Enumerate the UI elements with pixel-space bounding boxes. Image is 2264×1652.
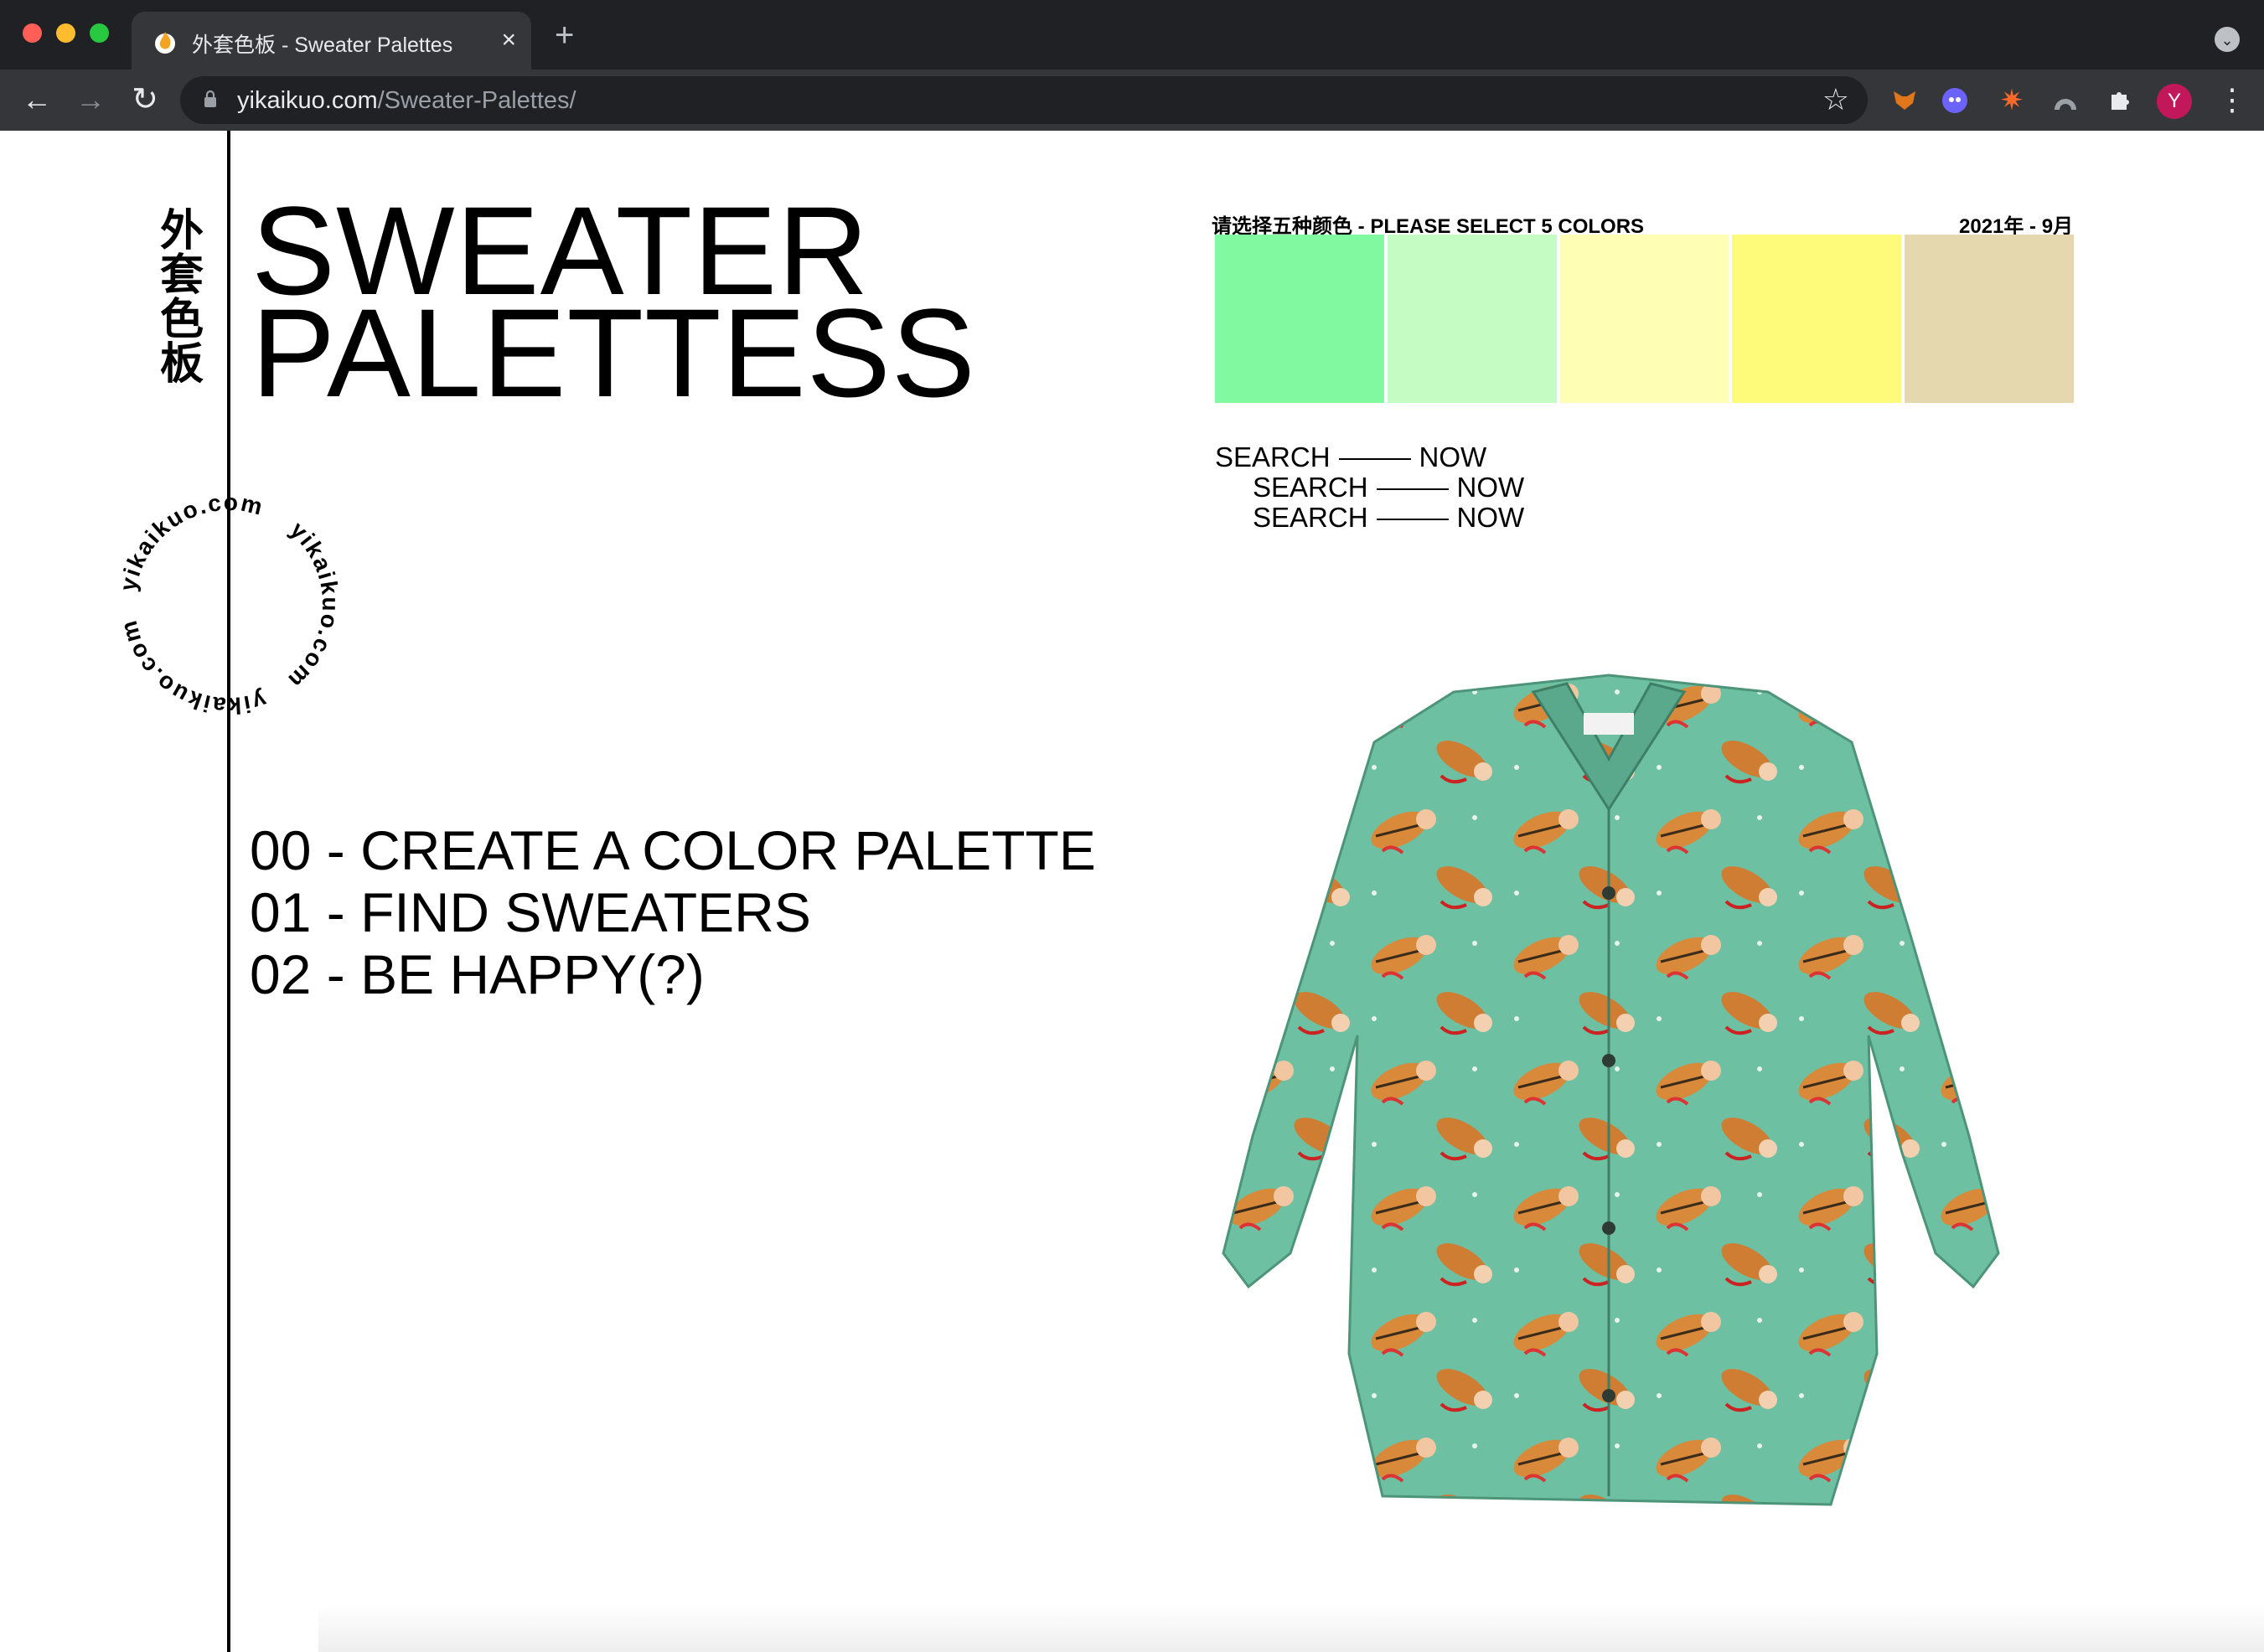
steps-list: 00 - CREATE A COLOR PALETTE 01 - FIND SW… — [250, 819, 1096, 1005]
now-label: NOW — [1456, 472, 1525, 503]
browser-menu-icon[interactable]: ⋮ — [2217, 81, 2247, 118]
browser-toolbar: ← → ↻ yikaikuo.com/Sweater-Palettes/ ☆ ✷… — [0, 70, 2264, 131]
search-now-link[interactable]: SEARCH NOW — [1253, 503, 1524, 533]
search-now-link[interactable]: SEARCH NOW — [1215, 442, 1524, 472]
svg-text:yikaikuo.com: yikaikuo.com — [115, 617, 269, 719]
arc-extension-icon[interactable] — [2049, 85, 2081, 116]
color-swatch-1[interactable] — [1215, 235, 1384, 403]
chinese-vertical-title: 外套色板 — [159, 207, 204, 389]
color-swatch-2[interactable] — [1387, 235, 1557, 403]
fox-extension-icon[interactable] — [1889, 85, 1920, 116]
ghost-extension-icon[interactable] — [1942, 88, 1967, 113]
vertical-divider — [227, 131, 230, 1652]
badge-text-2: yikaikuo.com — [282, 516, 342, 694]
step-item: 01 - FIND SWEATERS — [250, 881, 811, 943]
burst-extension-icon[interactable]: ✷ — [1996, 85, 2028, 116]
lock-icon — [204, 90, 216, 107]
now-label: NOW — [1456, 502, 1525, 533]
dash-rule — [1376, 488, 1449, 491]
step-item: 02 - BE HAPPY(?) — [250, 943, 705, 1005]
puzzle-extension-icon[interactable] — [2103, 85, 2135, 116]
page-content: 外套色板 SWEATER PALETTESS yikaikuo.com yika… — [0, 131, 2264, 1652]
search-label: SEARCH — [1253, 472, 1368, 503]
bookmark-star-icon[interactable]: ☆ — [1822, 83, 1849, 116]
search-now-link[interactable]: SEARCH NOW — [1253, 472, 1524, 503]
url-path: /Sweater-Palettes/ — [377, 87, 576, 114]
search-label: SEARCH — [1215, 441, 1331, 472]
tab-search-button[interactable]: ⌄ — [2215, 27, 2240, 52]
tab-close-icon[interactable]: × — [501, 25, 516, 55]
dash-rule — [1376, 519, 1449, 521]
color-swatch-4[interactable] — [1732, 235, 1902, 403]
minimize-window-button[interactable] — [56, 23, 75, 43]
forward-button[interactable]: → — [72, 81, 109, 118]
back-button[interactable]: ← — [18, 81, 55, 118]
color-swatch-3[interactable] — [1559, 235, 1729, 403]
close-window-button[interactable] — [23, 23, 42, 43]
badge-text-1: yikaikuo.com — [115, 489, 265, 593]
tab-strip: 外套色板 - Sweater Palettes × + ⌄ — [0, 0, 2264, 70]
tab-title: 外套色板 - Sweater Palettes — [192, 34, 453, 57]
svg-text:yikaikuo.com: yikaikuo.com — [282, 516, 344, 694]
active-tab[interactable]: 外套色板 - Sweater Palettes × — [132, 12, 531, 70]
maximize-window-button[interactable] — [90, 23, 109, 43]
svg-text:yikaikuo.com: yikaikuo.com — [115, 489, 266, 593]
now-label: NOW — [1419, 441, 1487, 472]
search-label: SEARCH — [1253, 502, 1368, 533]
dash-rule — [1338, 458, 1411, 461]
reload-button[interactable]: ↻ — [127, 81, 163, 118]
tiger-print-shirt-image — [1222, 674, 2000, 1506]
page-title: SWEATER PALETTESS — [251, 188, 976, 423]
badge-text-3: yikaikuo.com — [115, 617, 267, 719]
title-line-2: PALETTESS — [251, 282, 976, 423]
flame-favicon-icon — [155, 32, 175, 54]
step-item: 00 - CREATE A COLOR PALETTE — [250, 819, 1096, 881]
color-swatch-5[interactable] — [1905, 235, 2074, 403]
color-palette — [1215, 235, 2074, 403]
new-tab-button[interactable]: + — [555, 18, 574, 52]
url-text[interactable]: yikaikuo.com/Sweater-Palettes/ — [237, 87, 576, 115]
profile-avatar[interactable]: Y — [2157, 84, 2192, 119]
bottom-fade — [318, 1605, 2264, 1652]
circular-logo-badge[interactable]: yikaikuo.com yikaikuo.com yikaikuo.com — [107, 483, 350, 725]
url-host: yikaikuo.com — [237, 87, 378, 114]
address-bar[interactable]: yikaikuo.com/Sweater-Palettes/ ☆ — [180, 76, 1868, 124]
search-links: SEARCH NOW SEARCH NOW SEARCH NOW — [1215, 442, 1524, 533]
